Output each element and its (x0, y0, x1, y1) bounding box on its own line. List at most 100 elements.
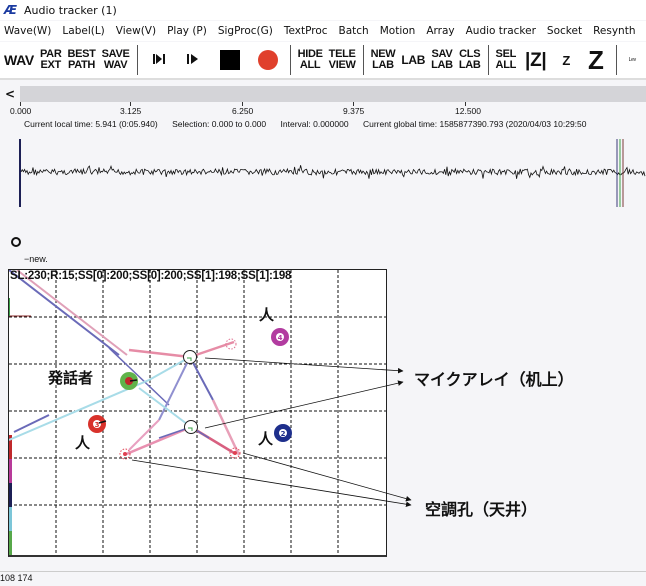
bottom-status-bar: 108 174 (0, 571, 646, 586)
app-logo-icon: Æ (4, 3, 18, 17)
menu-motion[interactable]: Motion (376, 25, 423, 37)
panel-toggle-icon[interactable] (11, 237, 21, 247)
horizontal-scrollbar[interactable]: < (0, 86, 646, 102)
cls-lab-button[interactable]: CLS LAB (456, 49, 484, 71)
zoom-fit-button[interactable]: |Z| (519, 51, 552, 70)
hide-all-button[interactable]: HIDE ALL (295, 49, 326, 71)
menu-play[interactable]: Play (P) (163, 25, 214, 37)
cls-lab-label-2: LAB (458, 59, 481, 71)
play-selection-icon (152, 53, 165, 64)
speaker-annotation: 発話者 (48, 369, 94, 387)
tracking-plot-canvas: 3 2 4 (9, 270, 386, 555)
menu-resynth[interactable]: Resynth (589, 25, 642, 37)
lab-button[interactable]: LAB (398, 52, 428, 67)
menu-wave[interactable]: Wave(W) (0, 25, 58, 37)
play-icon (186, 53, 198, 64)
sel-all-label-2: ALL (495, 59, 517, 71)
title-bar: Æ Audio tracker (1) (0, 0, 646, 20)
best-path-label-2: PATH (67, 59, 96, 71)
zoom-in-button[interactable]: Z (580, 47, 612, 73)
source-number: 2 (281, 430, 286, 438)
zoom-in-label: Z (588, 44, 604, 75)
mic-array-icon (183, 350, 197, 364)
menu-config[interactable]: Config (642, 25, 646, 37)
toolbar-separator (289, 45, 291, 75)
person-annotation: 人 (259, 306, 275, 324)
sav-lab-label-2: LAB (431, 59, 453, 71)
interval: Interval: 0.000000 (280, 119, 349, 129)
save-wav-label-2: WAV (103, 59, 128, 71)
toolbar: WAV PAR EXT BEST PATH SAVE WAV HIDE ALL TELE… (0, 42, 646, 80)
selection-range: Selection: 0.000 to 0.000 (172, 119, 267, 129)
tele-view-label-2: VIEW (328, 59, 356, 71)
toolbar-separator (615, 45, 617, 75)
menu-batch[interactable]: Batch (335, 25, 376, 37)
save-wav-button[interactable]: SAVE WAV (99, 49, 133, 71)
track-color-bar (9, 459, 12, 483)
lab-label: LAB (401, 52, 426, 67)
wav-label: WAV (4, 51, 34, 68)
menu-sigproc[interactable]: SigProc(G) (214, 25, 280, 37)
menu-socket[interactable]: Socket (543, 25, 589, 37)
new-lab-button[interactable]: NEW LAB (368, 49, 399, 71)
new-lab-label-2: LAB (372, 59, 394, 71)
doa-ray (138, 387, 192, 428)
menu-bar: Wave(W) Label(L) View(V) Play (P) SigPro… (0, 21, 646, 41)
track-color-bars (9, 435, 12, 555)
menu-audio-tracker[interactable]: Audio tracker (462, 25, 543, 37)
tele-view-button[interactable]: TELE VIEW (326, 49, 359, 71)
source-marker-person-2: 2 (274, 424, 292, 442)
ruler-label: 9.375 (343, 106, 365, 116)
new-label-text: −new. (24, 254, 48, 264)
par-ext-button[interactable]: PAR EXT (37, 49, 65, 71)
sel-all-button[interactable]: SEL ALL (493, 49, 520, 71)
ruler-label: 0.000 (10, 106, 32, 116)
local-time: Current local time: 5.941 (0:05.940) (24, 119, 158, 129)
hide-all-label-2: ALL (299, 59, 321, 71)
play-selection-button[interactable] (142, 51, 176, 70)
source-marker-person-3: 3 (88, 415, 107, 433)
time-status-line: Current local time: 5.941 (0:05.940) Sel… (24, 119, 599, 129)
level-button[interactable]: Lev (621, 55, 644, 66)
tracking-plot[interactable]: SL:230;R:15;SS[0]:200;SS[0]:200;SS[1]:19… (8, 269, 387, 557)
menu-textproc[interactable]: TextProc (280, 25, 335, 37)
source-number: 3 (95, 421, 100, 429)
person-annotation: 人 (75, 434, 91, 452)
stop-button[interactable] (219, 50, 240, 70)
doa-ray (108, 347, 170, 406)
record-button[interactable] (257, 50, 278, 70)
track-color-bar (9, 507, 12, 531)
source-marker-speaker (120, 372, 138, 390)
par-ext-label-2: EXT (40, 59, 61, 71)
toolbar-separator (487, 45, 489, 75)
menu-view[interactable]: View(V) (112, 25, 163, 37)
global-time: Current global time: 1585877390.793 (202… (362, 119, 587, 129)
sav-lab-button[interactable]: SAV LAB (428, 49, 456, 71)
source-marker-person-4: 4 (271, 328, 289, 346)
scroll-left-icon[interactable]: < (0, 87, 20, 101)
doa-ray (128, 348, 191, 359)
time-ruler: 0.000 3.125 6.250 9.375 12.500 (0, 102, 646, 118)
menu-label[interactable]: Label(L) (58, 25, 111, 37)
ruler-label: 6.250 (232, 106, 254, 116)
window-title: Audio tracker (1) (24, 3, 117, 17)
source-number: 4 (278, 334, 283, 342)
wav-button[interactable]: WAV (0, 51, 37, 68)
doa-ray (189, 356, 214, 401)
scroll-track[interactable] (20, 86, 646, 102)
zoom-out-label: Z (562, 52, 571, 68)
tracking-info: SL:230;R:15;SS[0]:200;SS[0]:200;SS[1]:19… (10, 270, 292, 282)
mic-array-icon (184, 420, 198, 434)
play-button[interactable] (176, 51, 210, 70)
ruler-label: 12.500 (455, 106, 481, 116)
doa-ray (16, 270, 128, 356)
mic-array-annotation: マイクアレイ（机上） (414, 370, 574, 389)
toolbar-separator (362, 45, 364, 75)
ac-vent-annotation: 空調孔（天井） (425, 500, 538, 519)
cursor-readout: 108 174 (0, 573, 33, 583)
best-path-button[interactable]: BEST PATH (64, 49, 98, 71)
waveform-view[interactable] (0, 135, 646, 215)
menu-array[interactable]: Array (422, 25, 461, 37)
ruler-label: 3.125 (120, 106, 142, 116)
zoom-out-button[interactable]: Z (552, 52, 580, 68)
